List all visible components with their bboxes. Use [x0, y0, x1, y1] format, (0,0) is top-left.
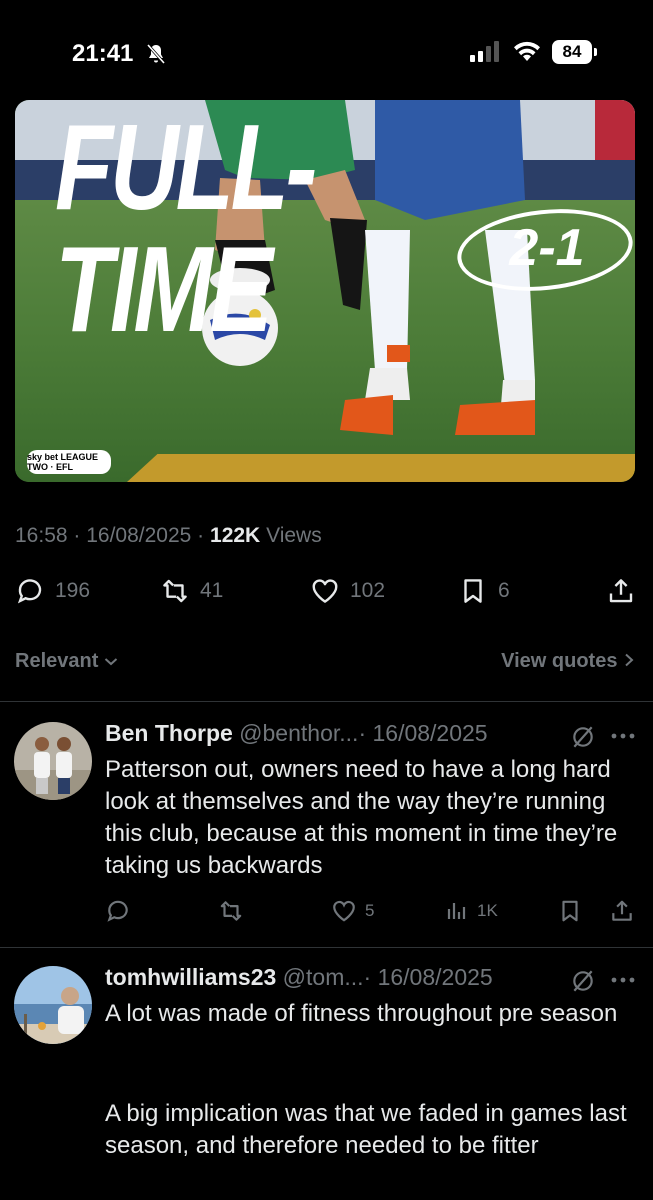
cellular-signal-icon [470, 41, 499, 62]
view-quotes-label: View quotes [501, 650, 618, 672]
views-chart-icon [447, 903, 466, 919]
reply-author-handle[interactable]: @tom... [283, 964, 364, 990]
more-options-icon[interactable] [610, 976, 636, 984]
reply-text: Patterson out, owners need to have a lon… [105, 756, 618, 879]
repost-icon[interactable] [217, 898, 245, 924]
view-quotes-link[interactable]: View quotes [501, 650, 635, 673]
bookmark-icon[interactable] [557, 898, 583, 924]
reply-author-handle[interactable]: @benthor... [239, 720, 358, 746]
reply-item[interactable]: Ben Thorpe @benthor...· 16/08/2025 Patte… [0, 702, 653, 947]
sort-dropdown[interactable]: Relevant [15, 650, 118, 673]
share-button[interactable] [606, 576, 636, 606]
grok-icon[interactable] [570, 968, 596, 994]
reply-like-button[interactable]: 5 [331, 898, 374, 924]
reply-date: · 16/08/2025 [358, 720, 488, 746]
avatar[interactable] [14, 966, 92, 1044]
more-options-icon[interactable] [610, 732, 636, 740]
bookmark-button[interactable]: 6 [458, 576, 510, 606]
reply-button[interactable]: 196 [15, 576, 90, 606]
tweet-meta: 16:58 · 16/08/2025 · 122K Views [15, 524, 322, 547]
score-text: 2-1 [509, 219, 585, 277]
views-count: 122K [210, 524, 261, 547]
battery-tip [594, 48, 597, 56]
reply-item[interactable]: tomhwilliams23 @tom...· 16/08/2025 A lot… [0, 948, 653, 1200]
reply-author-name[interactable]: Ben Thorpe [105, 720, 233, 746]
chevron-right-icon [625, 653, 634, 667]
tweet-actions: 196 41 102 6 [0, 576, 653, 612]
status-bar: 21:41 84 [0, 0, 653, 100]
tweet-time: 16:58 [15, 524, 68, 547]
silent-bell-icon [146, 44, 166, 64]
repost-icon [163, 579, 187, 603]
league-badge: sky bet LEAGUE TWO · EFL [27, 450, 111, 474]
chevron-down-icon [104, 658, 118, 666]
reply-count: 196 [55, 579, 91, 602]
replies-filter-row: Relevant View quotes [15, 650, 635, 680]
reply-text-paragraph-1: A lot was made of fitness throughout pre… [105, 1000, 618, 1027]
reply-actions: 5 1K [105, 898, 635, 928]
share-icon [609, 579, 633, 603]
wifi-icon [514, 41, 540, 61]
reply-date: · 16/08/2025 [363, 964, 493, 990]
fulltime-headline: FULL-TIME [55, 100, 317, 357]
repost-button[interactable]: 41 [160, 576, 223, 606]
battery-indicator: 84 [552, 40, 592, 64]
gold-banner [127, 454, 635, 482]
reply-text-paragraph-2: A big implication was that we faded in g… [105, 1100, 627, 1159]
reply-views-count: 1K [477, 901, 498, 920]
tweet-date: 16/08/2025 [86, 524, 192, 547]
like-count: 102 [350, 579, 386, 602]
heart-icon [312, 579, 338, 603]
heart-icon [333, 900, 355, 922]
grok-icon[interactable] [570, 724, 596, 750]
share-icon[interactable] [609, 898, 635, 924]
repost-count: 41 [200, 579, 224, 602]
reply-icon [17, 579, 42, 604]
avatar[interactable] [14, 722, 92, 800]
reply-author-name[interactable]: tomhwilliams23 [105, 964, 276, 990]
reply-header: Ben Thorpe @benthor...· 16/08/2025 [105, 720, 488, 747]
status-time: 21:41 [72, 40, 134, 67]
like-button[interactable]: 102 [310, 576, 385, 606]
views-label: Views [266, 524, 322, 547]
reply-like-count: 5 [365, 901, 375, 920]
tweet-media-image[interactable]: FULL-TIME 2-1 sky bet LEAGUE TWO · EFL [15, 100, 635, 482]
bookmark-count: 6 [498, 579, 510, 602]
bookmark-icon [464, 579, 482, 603]
reply-views-button[interactable]: 1K [445, 898, 498, 924]
sort-label: Relevant [15, 650, 99, 672]
reply-header: tomhwilliams23 @tom...· 16/08/2025 [105, 964, 493, 991]
reply-icon[interactable] [105, 898, 131, 924]
